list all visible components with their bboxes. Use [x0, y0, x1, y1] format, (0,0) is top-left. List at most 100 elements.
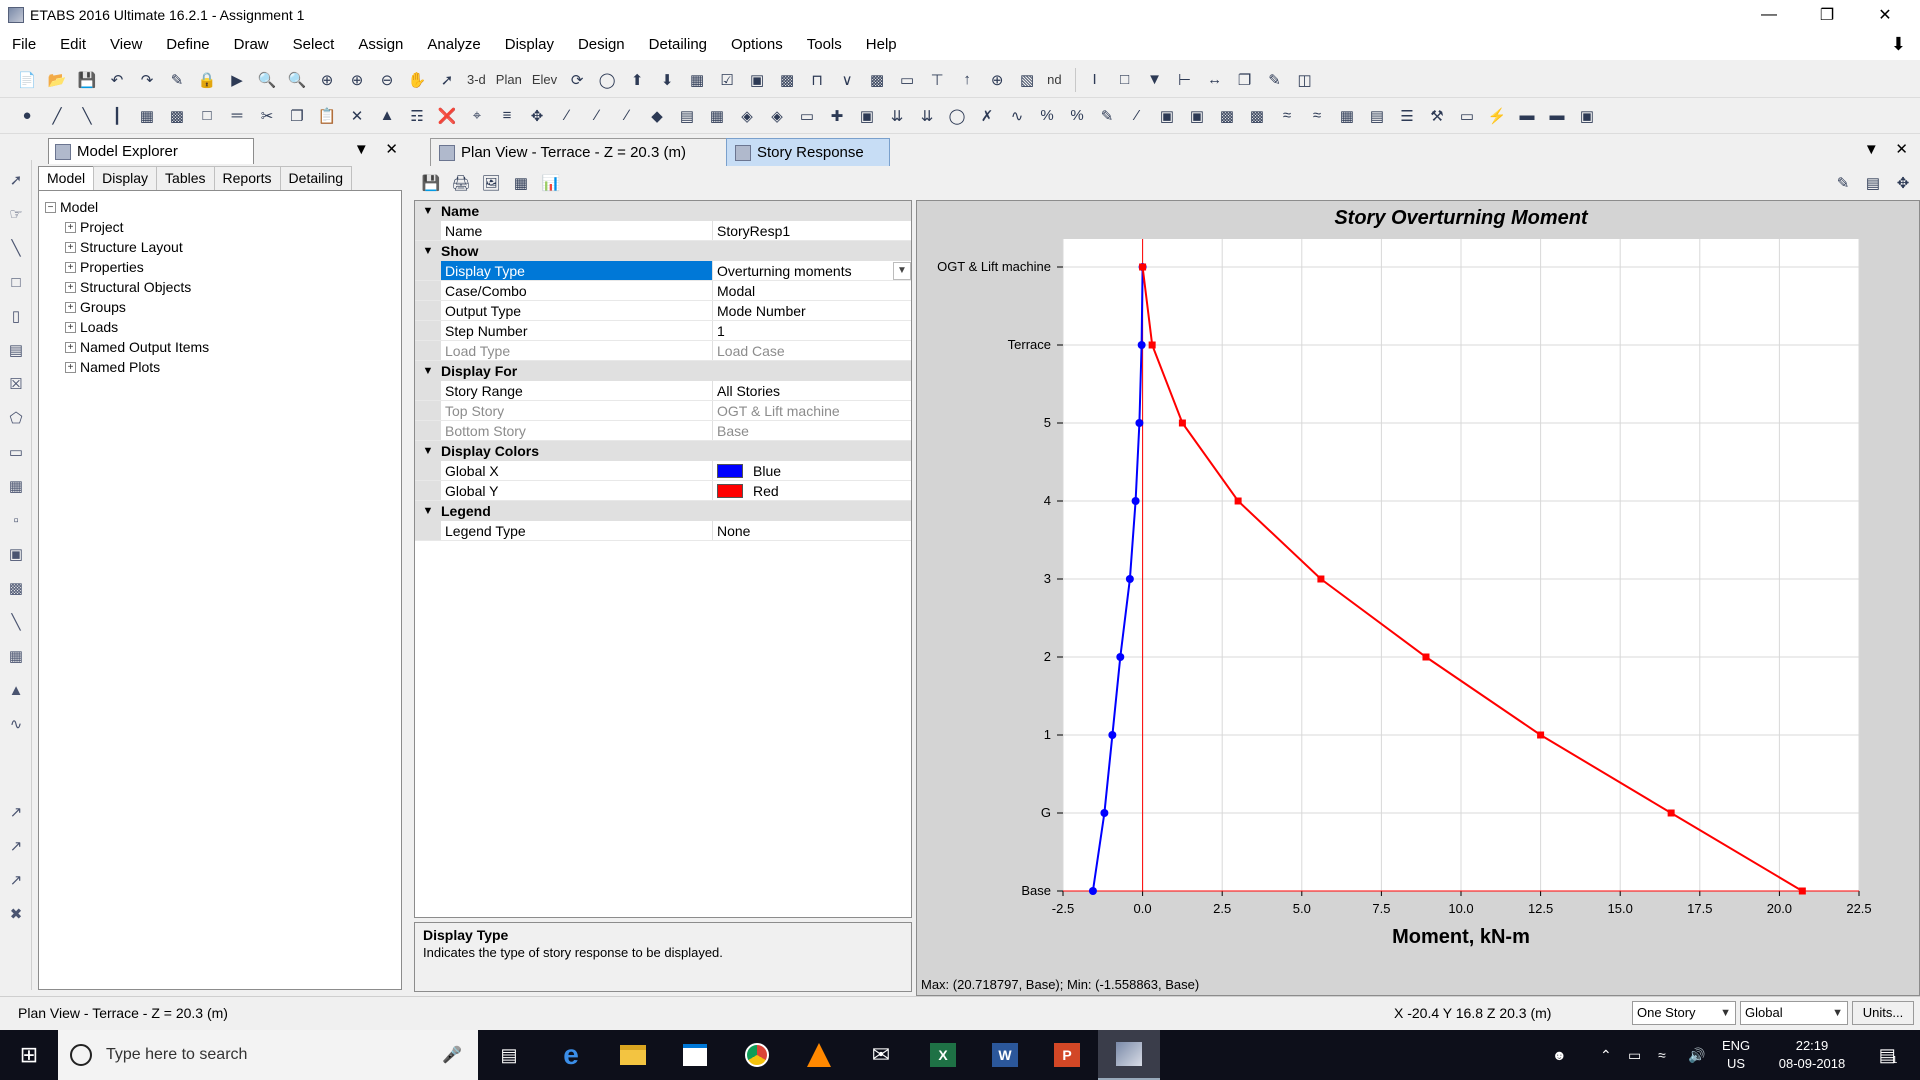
property-value[interactable]: 1 [713, 321, 911, 340]
snap-icon[interactable]: ⌖ [464, 104, 490, 128]
box-icon[interactable]: ▦ [704, 104, 730, 128]
menu-view[interactable]: View [98, 30, 154, 60]
property-row[interactable]: Global Y Red [415, 481, 911, 501]
slash-icon[interactable]: ⁄ [1124, 104, 1150, 128]
slab-icon[interactable]: ▭ [1454, 104, 1480, 128]
frame-select-icon[interactable]: ▣ [854, 104, 880, 128]
battery-icon[interactable]: ▭ [1628, 1030, 1641, 1080]
delete-icon[interactable]: ✕ [344, 104, 370, 128]
bolt-icon[interactable]: ⚡ [1484, 104, 1510, 128]
task-view-icon[interactable]: ▤ [478, 1030, 540, 1080]
move-cross-icon[interactable]: ✥ [1890, 171, 1916, 195]
bar-chart-icon[interactable]: ▩ [864, 68, 890, 92]
tree-node-groups[interactable]: + Groups [39, 297, 401, 317]
property-row-selected[interactable]: Display Type Overturning moments ▼ [415, 261, 911, 281]
property-value[interactable]: Modal [713, 281, 911, 300]
image-export-icon[interactable]: 🖼 [478, 171, 504, 195]
coord-system-select[interactable]: Global ▼ [1740, 1001, 1848, 1025]
draw-x-icon[interactable]: ☒ [3, 370, 29, 398]
zoom-in-step-icon[interactable]: ⊕ [344, 68, 370, 92]
tree-node-structure-layout[interactable]: + Structure Layout [39, 237, 401, 257]
vehicle-icon[interactable]: ▣ [1184, 104, 1210, 128]
glasses-icon[interactable]: ◯ [594, 68, 620, 92]
pin-icon[interactable]: ✚ [824, 104, 850, 128]
load-arrow-icon[interactable]: ⇊ [884, 104, 910, 128]
tab-story-response[interactable]: Story Response [726, 138, 890, 166]
dimension-icon[interactable]: ↔ [1202, 68, 1228, 92]
menu-define[interactable]: Define [154, 30, 221, 60]
tray-chevron-icon[interactable]: ⌃ [1600, 1030, 1612, 1080]
expand-icon[interactable]: + [65, 281, 76, 293]
draw-table-icon[interactable]: ▦ [3, 642, 29, 670]
collapse-arrow-icon[interactable]: ▼ [415, 505, 441, 517]
diagonal-2-icon[interactable]: ∕ [614, 104, 640, 128]
cross-brace-icon[interactable]: ❌ [434, 104, 460, 128]
filter-icon[interactable]: ▼ [1142, 68, 1168, 92]
color-value[interactable]: Blue [713, 461, 911, 480]
move-down-icon[interactable]: ⬇ [654, 68, 680, 92]
zoom-window-icon[interactable]: 🔍 [254, 68, 280, 92]
object-shrink-icon[interactable]: ▣ [744, 68, 770, 92]
property-row[interactable]: Legend Type None [415, 521, 911, 541]
tree-node-named-output-items[interactable]: + Named Output Items [39, 337, 401, 357]
menu-file[interactable]: File [0, 30, 48, 60]
tendon-2-icon[interactable]: ≈ [1304, 104, 1330, 128]
force-diagram-icon[interactable]: ▭ [894, 68, 920, 92]
menu-assign[interactable]: Assign [346, 30, 415, 60]
draw-grid-icon[interactable]: ▦ [3, 472, 29, 500]
excel-icon[interactable]: X [912, 1030, 974, 1080]
menu-display[interactable]: Display [493, 30, 566, 60]
draw-support-icon[interactable]: ▲ [3, 676, 29, 704]
draw-spring-icon[interactable]: ∿ [3, 710, 29, 738]
zoom-restore-icon[interactable]: 🔍 [284, 68, 310, 92]
taskbar-search-box[interactable]: Type here to search 🎤 [58, 1030, 478, 1080]
truck-icon[interactable]: ▣ [1154, 104, 1180, 128]
draw-wall-icon[interactable]: ▦ [134, 104, 160, 128]
zoom-out-icon[interactable]: ⊖ [374, 68, 400, 92]
category-legend[interactable]: ▼ Legend [415, 501, 911, 521]
undo-icon[interactable]: ↶ [104, 68, 130, 92]
xmark-icon[interactable]: ✗ [974, 104, 1000, 128]
volume-icon[interactable]: 🔊 [1688, 1030, 1705, 1080]
percent-icon[interactable]: % [1034, 104, 1060, 128]
draw-column-tool-icon[interactable]: ▯ [3, 302, 29, 330]
section-box-icon[interactable]: □ [1112, 68, 1138, 92]
edge-icon[interactable]: e [540, 1030, 602, 1080]
display-type-dropdown[interactable]: Overturning moments ▼ [713, 261, 911, 280]
minimize-button[interactable]: — [1740, 0, 1798, 30]
doc-close-icon[interactable]: ✕ [1895, 141, 1908, 158]
view-3d-button[interactable]: 3-d [464, 68, 489, 92]
color-value[interactable]: Red [713, 481, 911, 500]
language-indicator[interactable]: ENG US [1722, 1030, 1750, 1080]
collapse-arrow-icon[interactable]: ▼ [415, 205, 441, 217]
table-icon[interactable]: ▦ [508, 171, 534, 195]
property-row[interactable]: Output Type Mode Number [415, 301, 911, 321]
select-tools-icon[interactable]: ✖ [3, 900, 29, 928]
run-analysis-icon[interactable]: ▶ [224, 68, 250, 92]
collapse-arrow-icon[interactable]: ▼ [415, 365, 441, 377]
tower-icon[interactable]: ▲ [374, 104, 400, 128]
draw-joint-icon[interactable]: ● [14, 104, 40, 128]
download-icon[interactable]: ⬇ [1891, 34, 1906, 55]
draw-slab-icon[interactable]: ▩ [164, 104, 190, 128]
copy-icon[interactable]: ❐ [284, 104, 310, 128]
tree-node-model[interactable]: − Model [39, 197, 401, 217]
explorer-dropdown-icon[interactable]: ▼ [354, 141, 369, 158]
vlc-icon[interactable] [788, 1030, 850, 1080]
align-icon[interactable]: ≡ [494, 104, 520, 128]
print-icon[interactable]: 🖨 [448, 171, 474, 195]
draw-column-icon[interactable]: ┃ [104, 104, 130, 128]
action-center-icon[interactable]: ▤ 1 [1868, 1030, 1908, 1080]
close-button[interactable]: ✕ [1856, 0, 1914, 30]
text-cursor-icon[interactable]: I [1082, 68, 1108, 92]
tab-tables[interactable]: Tables [156, 166, 215, 190]
tab-display[interactable]: Display [93, 166, 158, 190]
draw-line-icon[interactable]: ╲ [3, 234, 29, 262]
tab-reports[interactable]: Reports [213, 166, 281, 190]
expand-icon[interactable]: + [65, 361, 76, 373]
beam-icon[interactable]: ⊢ [1172, 68, 1198, 92]
menu-tools[interactable]: Tools [795, 30, 854, 60]
layout-icon[interactable]: ◫ [1292, 68, 1318, 92]
view-plan-button[interactable]: Plan [493, 68, 525, 92]
bar-icon[interactable]: ▬ [1514, 104, 1540, 128]
